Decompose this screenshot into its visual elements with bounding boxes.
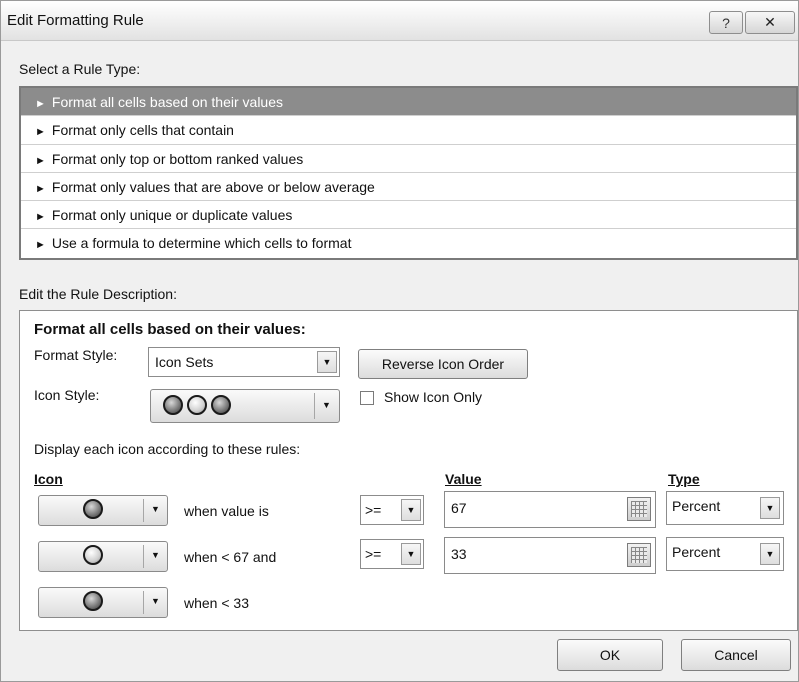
- show-icon-only-checkbox[interactable]: [360, 391, 374, 405]
- select-rule-type-label: Select a Rule Type:: [19, 61, 141, 77]
- type-column-header: Type: [668, 471, 700, 487]
- rule-type-item[interactable]: ► Format only unique or duplicate values: [21, 201, 796, 230]
- icon-style-label: Icon Style:: [34, 387, 100, 403]
- triangle-right-icon: ►: [35, 154, 46, 167]
- icon-style-dropdown[interactable]: ▼: [150, 389, 340, 423]
- rules-intro-text: Display each icon according to these rul…: [34, 441, 301, 457]
- format-style-label: Format Style:: [34, 347, 118, 363]
- title-bar[interactable]: Edit Formatting Rule ? ✕: [1, 1, 798, 41]
- rule-1-operator: >=: [365, 502, 382, 518]
- chevron-down-icon: ▼: [401, 499, 421, 521]
- chevron-down-icon: ▼: [151, 550, 160, 560]
- rule-type-label: Format only values that are above or bel…: [51, 178, 375, 195]
- chevron-down-icon: ▼: [760, 497, 780, 519]
- rule-2-type: Percent: [672, 544, 721, 560]
- rule-1-type: Percent: [672, 498, 721, 514]
- rule-type-item[interactable]: ► Format only values that are above or be…: [21, 173, 796, 202]
- rule-2-type-dropdown[interactable]: Percent ▼: [666, 537, 784, 571]
- rule-2-condition: when < 67 and: [184, 549, 277, 565]
- close-button[interactable]: ✕: [745, 11, 795, 34]
- value-column-header: Value: [445, 471, 482, 487]
- triangle-right-icon: ►: [35, 211, 46, 224]
- rule-1-value: 67: [451, 500, 467, 516]
- triangle-right-icon: ►: [35, 182, 46, 195]
- chevron-down-icon: ▼: [401, 543, 421, 565]
- rule-2-operator: >=: [365, 546, 382, 562]
- chevron-down-icon: ▼: [760, 543, 780, 565]
- rule-type-item[interactable]: ► Format only top or bottom ranked values: [21, 145, 796, 173]
- chevron-down-icon: ▼: [151, 504, 160, 514]
- cancel-button[interactable]: Cancel: [681, 639, 791, 671]
- rule-type-item[interactable]: ► Use a formula to determine which cells …: [21, 229, 796, 257]
- close-icon: ✕: [764, 14, 776, 30]
- help-icon: ?: [722, 14, 730, 31]
- dark-circle-icon: [163, 395, 183, 415]
- chevron-down-icon: ▼: [151, 596, 160, 606]
- edit-formatting-rule-dialog: Edit Formatting Rule ? ✕ Select a Rule T…: [0, 0, 799, 682]
- icon-column-header: Icon: [34, 471, 63, 487]
- range-select-icon: [631, 547, 647, 563]
- rule-1-operator-dropdown[interactable]: >= ▼: [360, 495, 424, 525]
- rule-1-condition: when value is: [184, 503, 269, 519]
- reverse-icon-order-button[interactable]: Reverse Icon Order: [358, 349, 528, 379]
- rule-1-icon-dropdown[interactable]: ▼: [38, 495, 168, 526]
- rule-type-item[interactable]: ► Format all cells based on their values: [21, 88, 796, 117]
- rule-1-value-input[interactable]: 67: [444, 491, 656, 528]
- format-style-value: Icon Sets: [155, 354, 214, 370]
- rule-2-value: 33: [451, 546, 467, 562]
- triangle-right-icon: ►: [35, 126, 46, 139]
- dark-circle-icon: [211, 395, 231, 415]
- rule-3-condition: when < 33: [184, 595, 249, 611]
- triangle-right-icon: ►: [35, 239, 46, 252]
- ok-button[interactable]: OK: [557, 639, 663, 671]
- range-select-icon: [631, 501, 647, 517]
- rule-type-item[interactable]: ► Format only cells that contain: [21, 116, 796, 145]
- rule-2-cell-reference-button[interactable]: [627, 543, 651, 567]
- rule-2-operator-dropdown[interactable]: >= ▼: [360, 539, 424, 569]
- rule-type-label: Use a formula to determine which cells t…: [51, 235, 352, 252]
- description-heading: Format all cells based on their values:: [34, 321, 306, 338]
- rule-1-cell-reference-button[interactable]: [627, 497, 651, 521]
- icon-style-preview: [163, 395, 231, 415]
- rule-type-list: ► Format all cells based on their values …: [19, 86, 798, 260]
- rule-description-panel: Format all cells based on their values: …: [19, 310, 798, 631]
- dark-circle-icon: [83, 499, 103, 519]
- dark-circle-icon: [83, 591, 103, 611]
- rule-type-label: Format only unique or duplicate values: [51, 207, 293, 224]
- help-button[interactable]: ?: [709, 11, 743, 34]
- rule-type-label: Format only cells that contain: [51, 122, 234, 139]
- rule-type-label: Format all cells based on their values: [51, 94, 283, 110]
- rule-3-icon-dropdown[interactable]: ▼: [38, 587, 168, 618]
- rule-type-label: Format only top or bottom ranked values: [51, 150, 304, 167]
- triangle-right-icon: ►: [35, 98, 46, 110]
- chevron-down-icon: ▼: [317, 351, 337, 373]
- format-style-dropdown[interactable]: Icon Sets ▼: [148, 347, 340, 377]
- show-icon-only-label: Show Icon Only: [384, 389, 483, 405]
- rule-2-value-input[interactable]: 33: [444, 537, 656, 574]
- rule-2-icon-dropdown[interactable]: ▼: [38, 541, 168, 572]
- light-circle-icon: [83, 545, 103, 565]
- chevron-down-icon: ▼: [322, 400, 331, 410]
- edit-rule-description-label: Edit the Rule Description:: [19, 286, 177, 302]
- light-circle-icon: [187, 395, 207, 415]
- rule-1-type-dropdown[interactable]: Percent ▼: [666, 491, 784, 525]
- window-title: Edit Formatting Rule: [7, 12, 144, 29]
